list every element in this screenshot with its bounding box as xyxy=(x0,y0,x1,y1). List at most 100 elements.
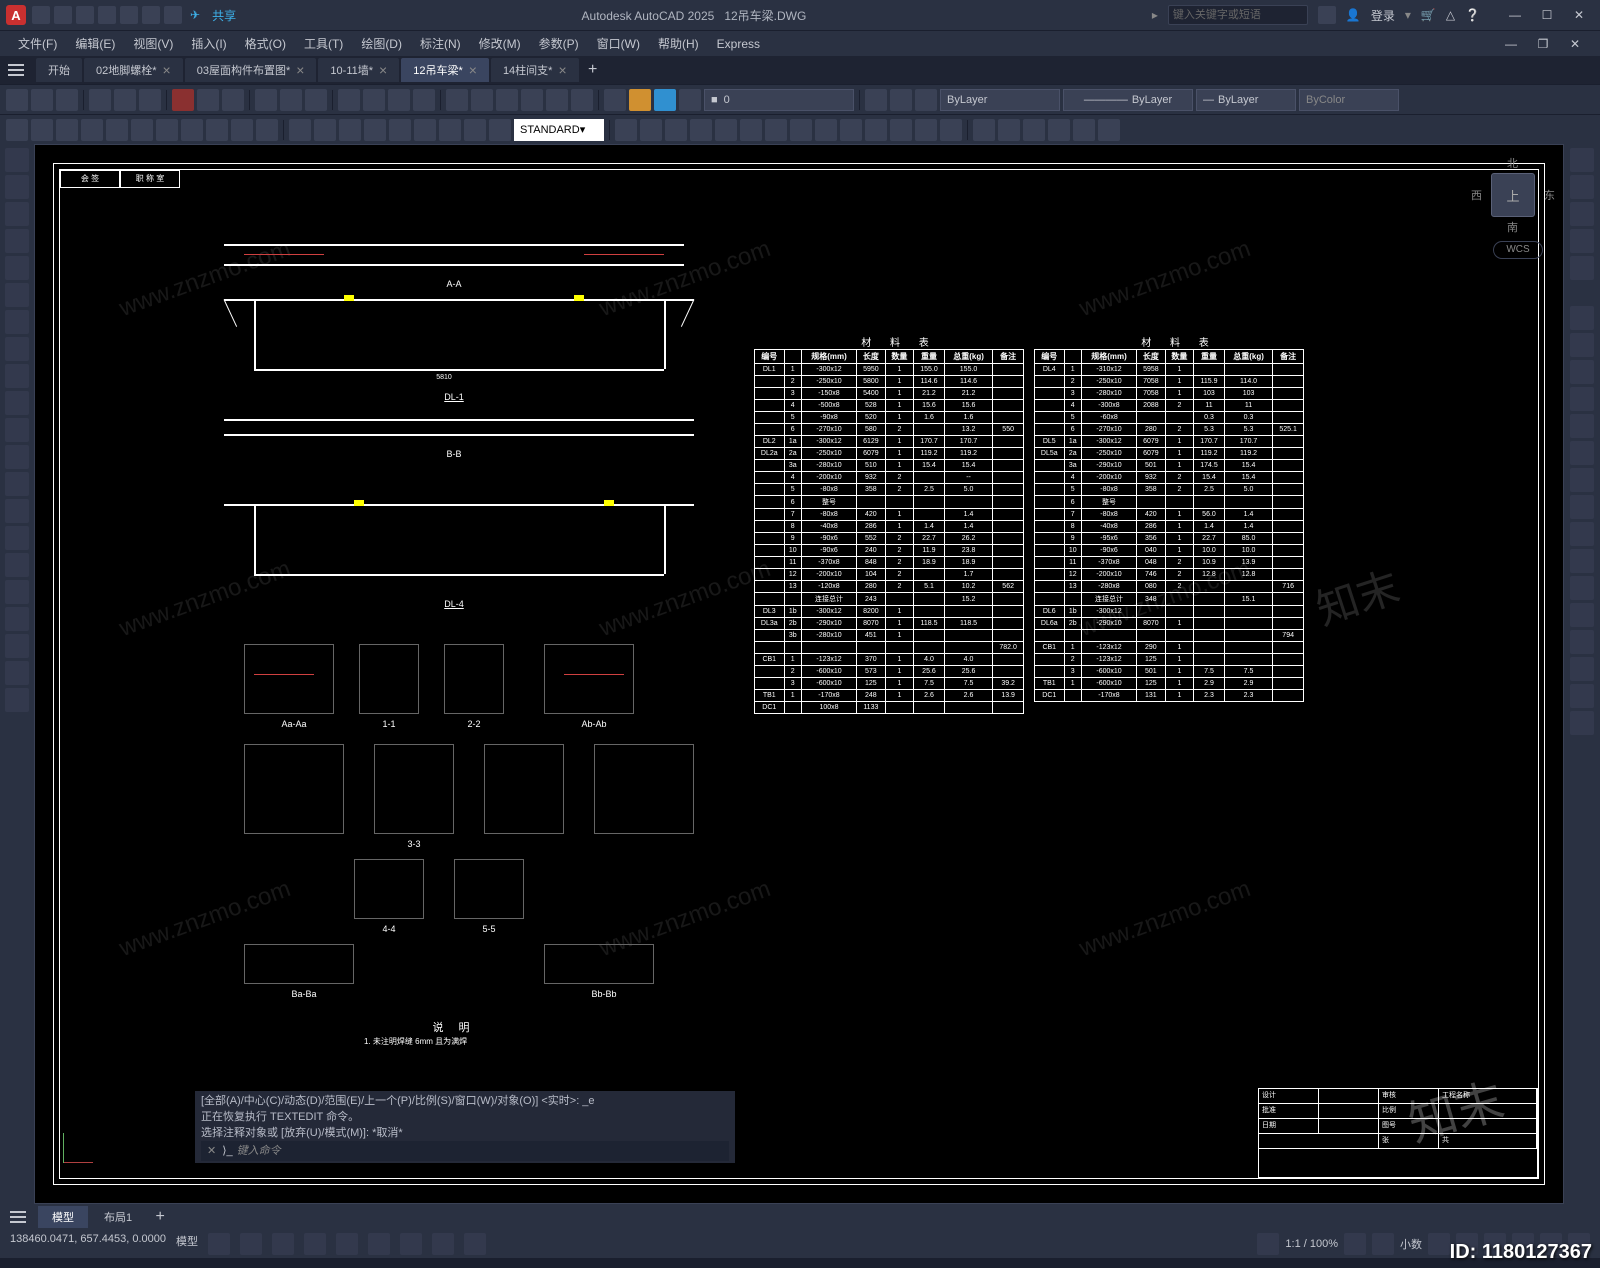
status-model-label[interactable]: 模型 xyxy=(176,1233,198,1255)
copy-icon[interactable] xyxy=(197,89,219,111)
inspect-icon[interactable] xyxy=(389,119,411,141)
ellipse-icon[interactable] xyxy=(5,310,29,334)
dyn-icon[interactable] xyxy=(400,1233,422,1255)
viewcube-top[interactable]: 上 xyxy=(1491,173,1535,217)
tab-file-1[interactable]: 02地脚螺栓*× xyxy=(84,58,183,82)
t1-icon[interactable] xyxy=(973,119,995,141)
drawing-canvas[interactable]: www.znzmo.com www.znzmo.com www.znzmo.co… xyxy=(34,144,1564,1204)
chamfer-icon[interactable] xyxy=(840,119,862,141)
layer-state-icon[interactable] xyxy=(865,89,887,111)
search-input[interactable]: 键入关键字或短语 xyxy=(1168,5,1308,25)
xline-icon[interactable] xyxy=(5,364,29,388)
layer-combo[interactable]: ■ 0 xyxy=(704,89,854,111)
login-icon[interactable]: 👤 xyxy=(1346,8,1361,22)
dim-update-icon[interactable] xyxy=(489,119,511,141)
mod-fillet-icon[interactable] xyxy=(1570,684,1594,708)
t3-icon[interactable] xyxy=(1023,119,1045,141)
zoom-prev-icon[interactable] xyxy=(413,89,435,111)
wcs-label[interactable]: WCS xyxy=(1493,241,1543,259)
stretch-icon[interactable] xyxy=(715,119,737,141)
grid-icon[interactable] xyxy=(208,1233,230,1255)
dim-radius-icon[interactable] xyxy=(106,119,128,141)
help-icon[interactable]: ❔ xyxy=(1465,8,1480,22)
tab-file-4[interactable]: 12吊车梁*× xyxy=(401,58,489,82)
tab-start[interactable]: 开始 xyxy=(36,58,82,82)
dcenter-icon[interactable] xyxy=(521,89,543,111)
close-button[interactable]: ✕ xyxy=(1564,5,1594,25)
save-icon[interactable] xyxy=(56,89,78,111)
dim-linear-icon[interactable] xyxy=(6,119,28,141)
nav-orbit-icon[interactable] xyxy=(1570,229,1594,253)
nav-show-icon[interactable] xyxy=(1570,256,1594,280)
join-icon[interactable] xyxy=(815,119,837,141)
scale-icon[interactable] xyxy=(690,119,712,141)
line-icon[interactable] xyxy=(5,148,29,172)
menu-tools[interactable]: 工具(T) xyxy=(296,32,351,55)
menu-dim[interactable]: 标注(N) xyxy=(412,32,469,55)
dim-diam-icon[interactable] xyxy=(156,119,178,141)
units-label[interactable]: 小数 xyxy=(1400,1236,1422,1252)
region-icon[interactable] xyxy=(5,526,29,550)
lwt-icon[interactable] xyxy=(432,1233,454,1255)
workspace-icon[interactable] xyxy=(1428,1233,1450,1255)
mod-copy-icon[interactable] xyxy=(1570,333,1594,357)
explode-icon[interactable] xyxy=(915,119,937,141)
zoom-icon[interactable] xyxy=(363,89,385,111)
erase-icon[interactable] xyxy=(940,119,962,141)
zoom-readout[interactable]: 1:1 / 100% xyxy=(1285,1238,1338,1250)
props-icon[interactable] xyxy=(446,89,468,111)
arc-icon[interactable] xyxy=(5,229,29,253)
extend-icon[interactable] xyxy=(765,119,787,141)
layer-name-combo[interactable]: ByLayer xyxy=(940,89,1060,111)
dim-quick-icon[interactable] xyxy=(206,119,228,141)
redo-icon[interactable] xyxy=(305,89,327,111)
rect-icon[interactable] xyxy=(5,256,29,280)
layout-add-button[interactable]: + xyxy=(148,1205,172,1229)
cart-icon[interactable]: 🛒 xyxy=(1421,8,1436,22)
qat-plot-icon[interactable] xyxy=(120,6,138,24)
osnap-icon[interactable] xyxy=(336,1233,358,1255)
move-icon[interactable] xyxy=(615,119,637,141)
dim-aligned-icon[interactable] xyxy=(31,119,53,141)
layer-icon[interactable] xyxy=(604,89,626,111)
close-icon[interactable]: × xyxy=(379,62,387,78)
table-icon[interactable] xyxy=(5,553,29,577)
nav-pan-icon[interactable] xyxy=(1570,175,1594,199)
menu-window[interactable]: 窗口(W) xyxy=(589,32,648,55)
toolpal-icon[interactable] xyxy=(496,89,518,111)
anno-scale-icon[interactable] xyxy=(1257,1233,1279,1255)
match-icon[interactable] xyxy=(255,89,277,111)
mod-scale-icon[interactable] xyxy=(1570,495,1594,519)
mod-erase-icon[interactable] xyxy=(1570,306,1594,330)
menu-insert[interactable]: 插入(I) xyxy=(183,32,234,55)
qat-redo-icon[interactable] xyxy=(164,6,182,24)
command-input[interactable]: ✕ ⟩_ 键入命令 xyxy=(201,1141,729,1161)
tolerance-icon[interactable] xyxy=(339,119,361,141)
menu-param[interactable]: 参数(P) xyxy=(531,32,587,55)
publish-icon[interactable] xyxy=(139,89,161,111)
layer-iso-icon[interactable] xyxy=(915,89,937,111)
qcalc-icon[interactable] xyxy=(571,89,593,111)
dim-edit-icon[interactable] xyxy=(439,119,461,141)
hatch-icon[interactable] xyxy=(5,445,29,469)
viewcube-north[interactable]: 北 xyxy=(1507,155,1518,171)
tab-file-5[interactable]: 14柱间支*× xyxy=(491,58,579,82)
pan-icon[interactable] xyxy=(338,89,360,111)
doc-restore-button[interactable]: ❐ xyxy=(1528,34,1558,54)
color-combo[interactable]: ByColor xyxy=(1299,89,1399,111)
close-icon[interactable]: × xyxy=(296,62,304,78)
qat-open-icon[interactable] xyxy=(54,6,72,24)
undo-icon[interactable] xyxy=(280,89,302,111)
array-icon[interactable] xyxy=(890,119,912,141)
mod-array-icon[interactable] xyxy=(1570,414,1594,438)
qat-new-icon[interactable] xyxy=(32,6,50,24)
apps-icon[interactable]: △ xyxy=(1446,8,1455,22)
sun-icon[interactable] xyxy=(629,89,651,111)
circle-icon[interactable] xyxy=(5,202,29,226)
gradient-icon[interactable] xyxy=(5,472,29,496)
search-go-icon[interactable] xyxy=(1318,6,1336,24)
mod-mirror-icon[interactable] xyxy=(1570,360,1594,384)
anno-vis-icon[interactable] xyxy=(1372,1233,1394,1255)
ortho-icon[interactable] xyxy=(272,1233,294,1255)
doc-minimize-button[interactable]: — xyxy=(1496,34,1526,54)
